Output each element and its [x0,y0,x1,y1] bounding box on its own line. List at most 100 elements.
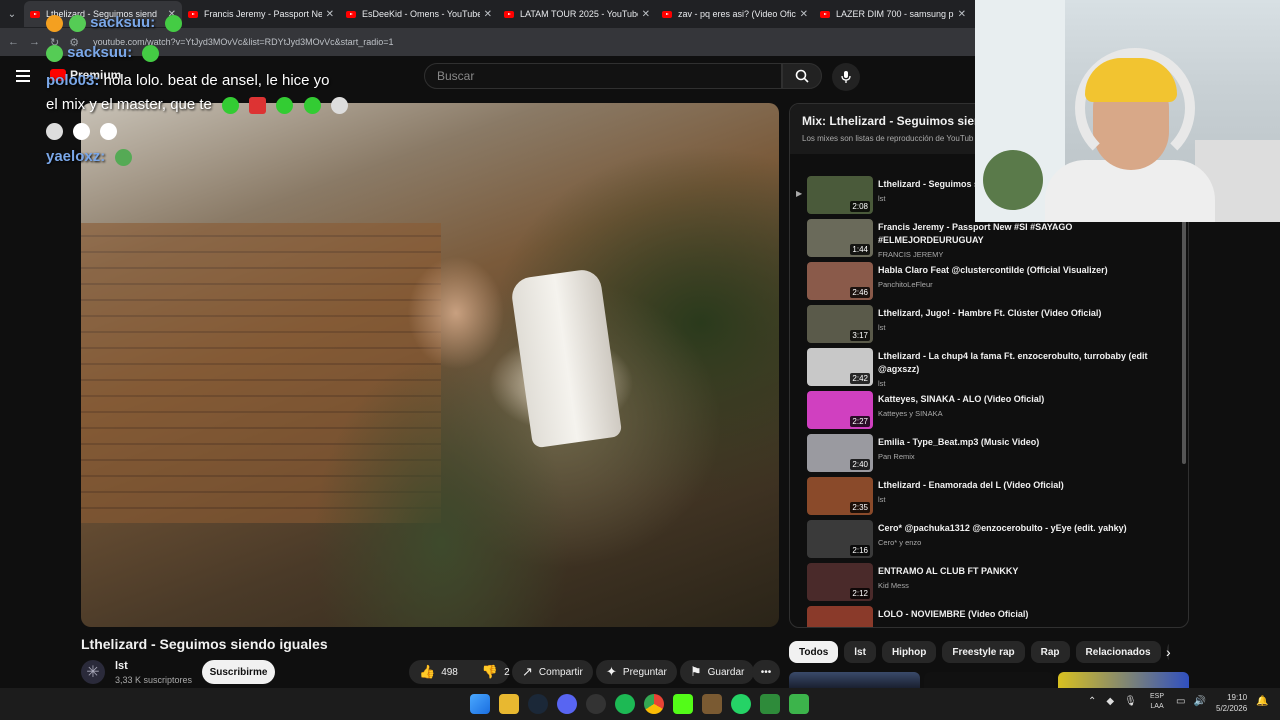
browser-tab[interactable]: EsDeeKid - Omens - YouTube ✕ [340,1,498,27]
search-icon [795,69,809,83]
playlist-item-channel: PanchitoLeFleur [878,280,933,289]
playlist-thumbnail[interactable]: 2:40 [807,434,873,472]
file-explorer-icon[interactable] [499,694,519,714]
playlist-thumbnail[interactable]: 2:35 [807,477,873,515]
more-actions-button[interactable]: ••• [752,660,780,684]
chrome-icon[interactable] [644,694,664,714]
tab-search-chevron-icon[interactable]: ⌄ [0,0,24,28]
tray-overflow-icon[interactable]: ⌃ [1088,696,1096,707]
filter-chip[interactable]: Freestyle rap [942,641,1025,663]
voice-search-button[interactable] [832,63,860,91]
sparkle-icon: ✦ [606,664,617,679]
hamburger-menu-icon[interactable] [16,70,30,82]
playlist-item[interactable]: 1:44 Francis Jeremy - Passport New #SI #S… [790,219,1188,259]
ask-button[interactable]: ✦ Preguntar [596,660,677,684]
tray-app-icon[interactable]: ◆ [1106,696,1114,707]
save-button[interactable]: ⚑ Guardar [680,660,755,684]
filter-chip[interactable]: Rap [1030,641,1070,663]
playlist-thumbnail[interactable]: 1:44 [807,219,873,257]
notification-bell-icon[interactable]: 🔔 [1256,696,1268,707]
playlist-thumbnail[interactable] [807,606,873,627]
spotify-icon[interactable] [615,694,635,714]
tab-close-icon[interactable]: ✕ [326,9,334,20]
app-icon[interactable] [789,694,809,714]
playlist-item[interactable]: 2:35 Lthelizard - Enamorada del L (Video … [790,477,1188,517]
playlist-scrollbar[interactable] [1182,204,1186,464]
obs-icon[interactable] [586,694,606,714]
playlist-item-title[interactable]: Lthelizard, Jugo! - Hambre Ft. Clúster (… [878,307,1168,320]
playlist-item[interactable]: 2:40 Emilia - Type_Beat.mp3 (Music Video)… [790,434,1188,474]
clock[interactable]: 19:10 5/2/2026 [1216,692,1247,714]
playlist-item[interactable]: 2:16 Cero* @pachuka1312 @enzocerobulto - … [790,520,1188,560]
playlist-item-title[interactable]: Katteyes, SINAKA - ALO (Video Oficial) [878,393,1168,406]
minecraft-icon[interactable] [702,694,722,714]
recommendation-thumbnail[interactable] [923,672,1055,688]
playlist-item[interactable]: 2:46 Habla Claro Feat @clustercontilde (O… [790,262,1188,302]
playlist-item[interactable]: 3:17 Lthelizard, Jugo! - Hambre Ft. Clúst… [790,305,1188,345]
playlist-item[interactable]: LOLO - NOVIEMBRE (Video Oficial) [790,606,1188,627]
like-count[interactable]: 498 [441,667,458,678]
tab-title: LATAM TOUR 2025 - YouTube [520,9,638,19]
playlist-item-title[interactable]: Cero* @pachuka1312 @enzocerobulto - yEye… [878,522,1168,535]
search-button[interactable] [782,63,822,89]
browser-tab[interactable]: LATAM TOUR 2025 - YouTube ✕ [498,1,656,27]
dislike-count[interactable]: 2 [504,667,510,678]
channel-avatar[interactable]: ✳ [81,660,105,684]
playlist-thumbnail[interactable]: 2:42 [807,348,873,386]
subscribe-button[interactable]: Suscribirme [202,660,275,684]
quick-settings[interactable]: ▭ 🔊 [1176,696,1206,707]
playlist-item-title[interactable]: LOLO - NOVIEMBRE (Video Oficial) [878,608,1168,621]
playlist-thumbnail[interactable]: 2:27 [807,391,873,429]
playlist-thumbnail[interactable]: 2:08 [807,176,873,214]
filter-chip[interactable]: lst [844,641,876,663]
recommendation-thumbnail[interactable] [789,672,920,688]
playlist-thumbnail[interactable]: 2:46 [807,262,873,300]
playlist-item-title[interactable]: ENTRAMO AL CLUB FT PANKKY [878,565,1168,578]
browser-tab[interactable]: Francis Jeremy - Passport New ✕ [182,1,340,27]
kick-icon[interactable] [673,694,693,714]
browser-tab[interactable]: zav - pq eres asi? (Video Oficial ✕ [656,1,814,27]
playlist-item-channel: Pan Remix [878,452,915,461]
windows-start-icon[interactable] [470,694,490,714]
chips-next-arrow-icon[interactable]: › [1166,644,1171,660]
filter-chip[interactable]: Todos [789,641,839,663]
playlist-thumbnail[interactable]: 2:12 [807,563,873,601]
share-button[interactable]: ↗ Compartir [512,660,593,684]
playlist-item[interactable]: 2:27 Katteyes, SINAKA - ALO (Video Oficia… [790,391,1188,431]
playlist-item-title[interactable]: Lthelizard - Enamorada del L (Video Ofic… [878,479,1168,492]
channel-name[interactable]: lst [115,660,128,672]
video-duration: 2:42 [850,373,870,384]
playlist-item-title[interactable]: Habla Claro Feat @clustercontilde (Offic… [878,264,1168,277]
whatsapp-icon[interactable] [731,694,751,714]
video-player[interactable] [81,103,779,627]
tray-mic-icon[interactable]: 🎙 [1124,696,1137,707]
language-indicator[interactable]: ESP LAA [1150,692,1164,712]
video-duration: 2:40 [850,459,870,470]
back-arrow-icon[interactable]: ← [8,36,19,48]
tab-close-icon[interactable]: ✕ [484,9,492,20]
discord-icon[interactable] [557,694,577,714]
playlist-item[interactable]: 2:12 ENTRAMO AL CLUB FT PANKKY Kid Mess [790,563,1188,603]
dislike-icon[interactable]: 👎 [482,664,498,680]
tab-title: LAZER DIM 700 - samsung pho [836,9,954,19]
tab-close-icon[interactable]: ✕ [642,9,650,20]
recommendation-thumbnail[interactable] [1058,672,1190,688]
search-input[interactable]: Buscar [424,63,782,89]
playlist-item-title[interactable]: Emilia - Type_Beat.mp3 (Music Video) [878,436,1168,449]
playlist-item[interactable]: 2:42 Lthelizard - La chup4 la fama Ft. en… [790,348,1188,388]
filter-chip[interactable]: Hiphop [881,641,937,663]
playlist-item-channel: FRANCIS JEREMY [878,250,944,259]
app-icon[interactable] [760,694,780,714]
forward-arrow-icon[interactable]: → [29,36,40,48]
tab-close-icon[interactable]: ✕ [958,9,966,20]
like-icon[interactable]: 👍 [419,664,435,680]
playlist-item-title[interactable]: Francis Jeremy - Passport New #SI #SAYAG… [878,221,1168,247]
tab-close-icon[interactable]: ✕ [800,9,808,20]
browser-tab[interactable]: LAZER DIM 700 - samsung pho ✕ [814,1,972,27]
steam-icon[interactable] [528,694,548,714]
playlist-thumbnail[interactable]: 3:17 [807,305,873,343]
playlist-item-channel: lst [878,379,886,388]
playlist-thumbnail[interactable]: 2:16 [807,520,873,558]
playlist-item-title[interactable]: Lthelizard - La chup4 la fama Ft. enzoce… [878,350,1168,376]
filter-chip[interactable]: Relacionados [1075,641,1161,663]
